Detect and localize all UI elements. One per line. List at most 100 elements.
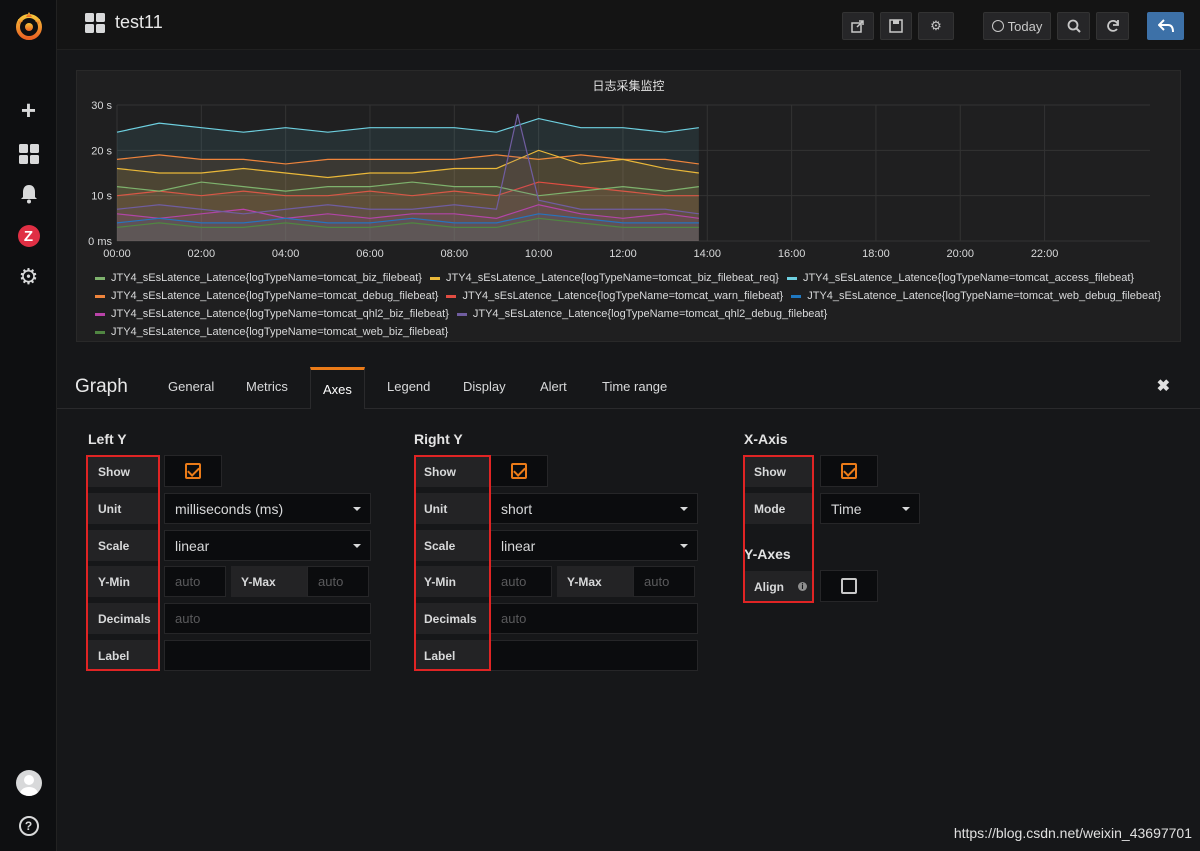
x-tick-label: 12:00: [609, 248, 637, 260]
right-y-ymin-input[interactable]: auto: [490, 566, 552, 597]
x-tick-label: 16:00: [778, 248, 806, 260]
dashboards-icon[interactable]: [0, 140, 57, 168]
right-y-ymax-input[interactable]: auto: [633, 566, 695, 597]
time-picker-label: Today: [1007, 18, 1043, 34]
legend-item[interactable]: JTY4_sEsLatence_Latence{logTypeName=tomc…: [791, 287, 1161, 305]
legend-swatch: [429, 276, 440, 280]
x-tick-label: 00:00: [103, 248, 131, 260]
left-y-show-checkbox[interactable]: [164, 455, 222, 487]
y-tick-label: 20 s: [91, 145, 112, 157]
left-y-decimals-input[interactable]: auto: [164, 603, 371, 634]
bell-icon[interactable]: [0, 180, 57, 208]
legend-item[interactable]: JTY4_sEsLatence_Latence{logTypeName=tomc…: [456, 305, 828, 323]
highlight-box: [86, 455, 160, 671]
settings-icon: ⚙: [930, 18, 942, 33]
right-y-label-input[interactable]: [490, 640, 698, 671]
x-tick-label: 18:00: [862, 248, 890, 260]
caret-down-icon: [680, 507, 688, 511]
tab-time-range[interactable]: Time range: [602, 379, 667, 394]
legend-item[interactable]: JTY4_sEsLatence_Latence{logTypeName=tomc…: [786, 269, 1135, 287]
legend-swatch: [95, 330, 105, 334]
left-y-label-input[interactable]: [164, 640, 371, 671]
plus-icon[interactable]: +: [0, 95, 57, 125]
editor-tabs: Graph General Metrics Axes Legend Displa…: [57, 367, 1200, 409]
checkbox-empty-icon: [841, 578, 857, 594]
x-axis-show-checkbox[interactable]: [820, 455, 878, 487]
save-button[interactable]: [880, 12, 912, 40]
tab-display[interactable]: Display: [463, 379, 506, 394]
legend-item[interactable]: JTY4_sEsLatence_Latence{logTypeName=tomc…: [95, 323, 448, 341]
zabbix-icon[interactable]: Z: [0, 222, 57, 250]
back-to-dashboard-button[interactable]: [1147, 12, 1184, 40]
left-y-heading: Left Y: [88, 431, 127, 447]
y-tick-label: 30 s: [91, 100, 112, 112]
legend-swatch: [95, 312, 105, 316]
legend-item[interactable]: JTY4_sEsLatence_Latence{logTypeName=tomc…: [429, 269, 779, 287]
left-y-ymin-input[interactable]: auto: [164, 566, 226, 597]
right-y-unit-select[interactable]: short: [490, 493, 698, 524]
x-axis-mode-select[interactable]: Time: [820, 493, 920, 524]
settings-button[interactable]: ⚙: [918, 12, 954, 40]
refresh-button[interactable]: [1096, 12, 1129, 40]
zoom-out-icon: [1067, 19, 1081, 33]
legend-label: JTY4_sEsLatence_Latence{logTypeName=tomc…: [802, 272, 1135, 284]
time-picker-button[interactable]: Today: [983, 12, 1051, 40]
right-y-scale-value: linear: [501, 537, 536, 554]
x-tick-label: 04:00: [272, 248, 300, 260]
zoom-out-button[interactable]: [1057, 12, 1090, 40]
tab-axes[interactable]: Axes: [310, 367, 365, 409]
tab-metrics[interactable]: Metrics: [246, 379, 288, 394]
share-icon: [851, 20, 864, 33]
refresh-icon: [1106, 20, 1119, 32]
x-tick-label: 06:00: [356, 248, 384, 260]
legend-label: JTY4_sEsLatence_Latence{logTypeName=tomc…: [111, 308, 449, 320]
back-icon: [1157, 19, 1174, 33]
legend-swatch: [791, 294, 802, 298]
left-y-scale-select[interactable]: linear: [164, 530, 371, 561]
legend-label: JTY4_sEsLatence_Latence{logTypeName=tomc…: [462, 290, 784, 302]
watermark: https://blog.csdn.net/weixin_43697701: [953, 825, 1192, 841]
share-button[interactable]: [842, 12, 874, 40]
gear-icon[interactable]: ⚙: [0, 263, 57, 291]
x-tick-label: 10:00: [525, 248, 553, 260]
legend-item[interactable]: JTY4_sEsLatence_Latence{logTypeName=tomc…: [95, 287, 438, 305]
right-y-heading: Right Y: [414, 431, 463, 447]
x-axis-mode-value: Time: [831, 500, 862, 517]
tab-legend[interactable]: Legend: [387, 379, 430, 394]
avatar[interactable]: [0, 768, 57, 798]
left-y-ymax-input[interactable]: auto: [307, 566, 369, 597]
highlight-box: [414, 455, 491, 671]
right-y-unit-value: short: [501, 500, 533, 517]
clock-icon: [991, 20, 1004, 32]
tab-general[interactable]: General: [168, 379, 214, 394]
grafana-logo-icon[interactable]: [0, 8, 57, 44]
legend-label: JTY4_sEsLatence_Latence{logTypeName=tomc…: [111, 326, 449, 338]
x-tick-label: 08:00: [441, 248, 469, 260]
right-y-show-checkbox[interactable]: [490, 455, 548, 487]
y-axes-align-checkbox[interactable]: [820, 570, 878, 602]
legend-swatch: [95, 276, 105, 280]
legend-item[interactable]: JTY4_sEsLatence_Latence{logTypeName=tomc…: [446, 287, 783, 305]
legend-item[interactable]: JTY4_sEsLatence_Latence{logTypeName=tomc…: [95, 305, 449, 323]
dashboard-grid-icon: [85, 12, 105, 33]
top-navbar: test11 ⚙ Today: [57, 0, 1200, 50]
right-y-ymax-label: Y-Max: [557, 566, 633, 597]
y-tick-label: 10 s: [91, 191, 112, 203]
left-y-scale-value: linear: [175, 537, 210, 554]
dashboard-picker[interactable]: test11: [85, 12, 163, 33]
chart: 0 ms 10 s 20 s 30 s 00:00 02:00 04:00 06:00 08:0…: [88, 100, 1150, 260]
right-y-decimals-input[interactable]: auto: [490, 603, 698, 634]
legend-label: JTY4_sEsLatence_Latence{logTypeName=tomc…: [807, 290, 1162, 302]
right-y-scale-select[interactable]: linear: [490, 530, 698, 561]
left-y-ymax-label: Y-Max: [231, 566, 307, 597]
help-icon[interactable]: ?: [0, 812, 57, 840]
legend-item[interactable]: JTY4_sEsLatence_Latence{logTypeName=tomc…: [95, 269, 422, 287]
x-tick-label: 02:00: [188, 248, 216, 260]
close-editor-icon[interactable]: ✖: [1157, 376, 1170, 396]
legend-label: JTY4_sEsLatence_Latence{logTypeName=tomc…: [445, 272, 779, 284]
tab-alert[interactable]: Alert: [540, 379, 567, 394]
legend-label: JTY4_sEsLatence_Latence{logTypeName=tomc…: [472, 308, 828, 320]
caret-down-icon: [353, 507, 361, 511]
checkbox-checked-icon: [511, 463, 527, 479]
left-y-unit-select[interactable]: milliseconds (ms): [164, 493, 371, 524]
